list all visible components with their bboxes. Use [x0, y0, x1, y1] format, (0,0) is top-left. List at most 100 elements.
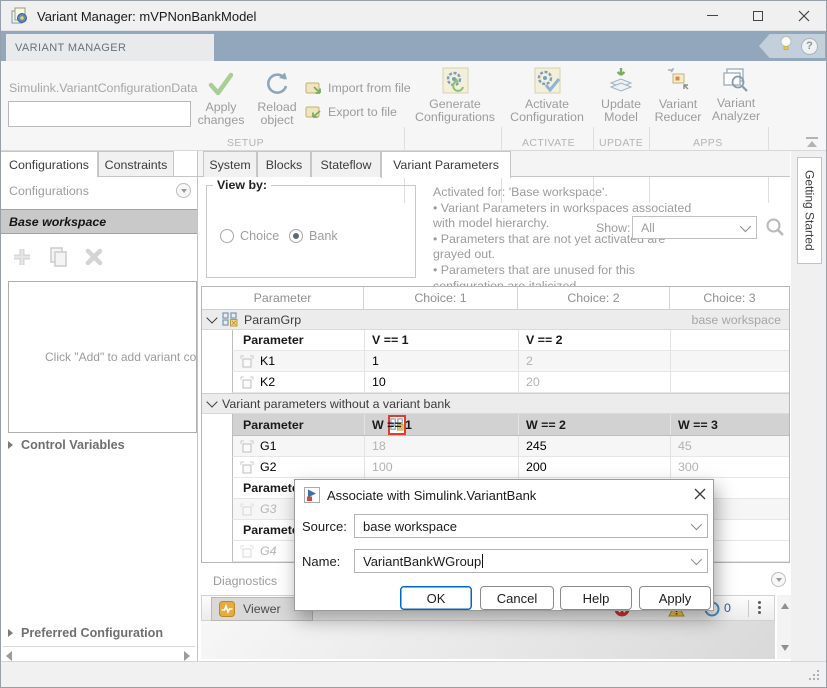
col-header: Choice: 1	[364, 287, 518, 309]
radio-choice[interactable]: Choice	[220, 229, 279, 243]
group-name: Variant parameters without a variant ban…	[222, 397, 450, 411]
associate-variant-bank-dialog: Associate with Simulink.VariantBank Sour…	[294, 479, 714, 611]
tab-configurations[interactable]: Configurations	[1, 151, 98, 177]
activate-configuration-icon	[534, 67, 561, 94]
table-row-g1[interactable]: G1 18 245 45	[232, 436, 789, 457]
view-by-legend: View by:	[213, 178, 271, 192]
table-row-k2[interactable]: K2 10 20	[232, 372, 789, 393]
minimize-button[interactable]	[695, 1, 729, 30]
group-row-no-bank[interactable]: Variant parameters without a variant ban…	[202, 393, 789, 414]
configurations-listbox[interactable]: Click "Add" to add variant configur	[8, 281, 197, 433]
variant-analyzer-button[interactable]: Variant Analyzer	[707, 67, 765, 123]
resize-grip[interactable]	[809, 670, 821, 682]
import-from-file-button[interactable]: Import from file	[305, 81, 411, 95]
scroll-left-arrow[interactable]	[6, 651, 12, 661]
parameter-icon	[240, 376, 254, 389]
tab-blocks[interactable]: Blocks	[257, 151, 311, 177]
tab-constraints[interactable]: Constraints	[98, 151, 174, 177]
preferred-configuration-section[interactable]: Preferred Configuration	[8, 626, 163, 640]
getting-started-tab[interactable]: Getting Started	[797, 157, 822, 264]
help-button[interactable]: Help	[560, 586, 632, 610]
add-configuration-button[interactable]	[9, 244, 35, 270]
panel-splitter[interactable]	[197, 151, 198, 661]
variant-reducer-icon	[666, 67, 690, 93]
status-bar	[1, 661, 826, 688]
check-icon	[207, 71, 235, 97]
cancel-button[interactable]: Cancel	[480, 586, 554, 610]
source-value: base workspace	[363, 519, 457, 534]
delete-configuration-button[interactable]	[81, 244, 107, 270]
apply-changes-button[interactable]: Apply changes	[193, 71, 249, 127]
scroll-up-arrow[interactable]	[781, 603, 789, 609]
config-item-base-workspace[interactable]: Base workspace	[1, 209, 197, 234]
configurations-menu-button[interactable]	[176, 183, 191, 198]
variant-manager-window: Variant Manager: mVPNonBankModel VARIANT…	[0, 0, 827, 688]
show-value: All	[641, 221, 655, 235]
name-label: Name:	[302, 554, 340, 569]
activate-section-label: ACTIVATE	[522, 137, 575, 149]
parameter-icon	[240, 461, 254, 474]
reload-icon	[264, 71, 290, 97]
lightbulb-icon[interactable]	[779, 35, 793, 57]
expand-chevron-icon[interactable]	[206, 396, 217, 407]
diagnostics-label: Diagnostics	[213, 574, 277, 588]
dialog-close-button[interactable]	[693, 487, 707, 506]
app-icon	[11, 7, 29, 30]
delete-icon	[84, 247, 104, 267]
ok-button[interactable]: OK	[400, 586, 472, 610]
control-variables-section[interactable]: Control Variables	[8, 438, 125, 452]
show-label: Show:	[596, 221, 630, 235]
radio-bank-icon	[289, 229, 303, 243]
close-icon	[693, 487, 707, 501]
config-data-label: Simulink.VariantConfigurationData	[9, 81, 197, 95]
apply-button[interactable]: Apply	[639, 586, 711, 610]
diagnostics-collapse-button[interactable]	[771, 572, 786, 587]
source-label: Source:	[302, 519, 347, 534]
group-row-paramgrp[interactable]: ParamGrp base workspace	[202, 309, 789, 330]
maximize-button[interactable]	[741, 1, 775, 30]
viewer-icon	[219, 601, 235, 617]
table-row-k1[interactable]: K1 1 2	[232, 351, 789, 372]
copy-configuration-button[interactable]	[45, 244, 71, 270]
tab-variant-parameters[interactable]: Variant Parameters	[381, 151, 511, 178]
generate-configurations-button[interactable]: Generate Configurations	[409, 67, 501, 124]
tab-stateflow[interactable]: Stateflow	[311, 151, 381, 177]
table-row-g2[interactable]: G2 100 200 300	[232, 457, 789, 478]
left-panel: Configurations Constraints Configuration…	[1, 151, 197, 661]
table-subheader-row-selected[interactable]: Parameter W == 1 W == 2 W == 3	[232, 414, 789, 436]
main-tabbar: System Blocks Stateflow Variant Paramete…	[198, 151, 790, 177]
config-data-input[interactable]	[8, 101, 191, 127]
empty-hint-text: Click "Add" to add variant configur	[9, 350, 197, 364]
scroll-down-arrow[interactable]	[781, 645, 789, 651]
chevron-down-icon	[691, 554, 702, 565]
scroll-right-arrow[interactable]	[184, 651, 190, 661]
variant-reducer-button[interactable]: Variant Reducer	[651, 67, 705, 124]
generate-configurations-icon	[442, 67, 469, 94]
source-dropdown[interactable]: base workspace	[354, 514, 708, 538]
expand-chevron-icon[interactable]	[206, 312, 217, 323]
kebab-menu-button[interactable]	[758, 599, 761, 616]
divider	[748, 600, 749, 617]
diagnostics-content	[201, 621, 775, 659]
collapse-ribbon-icon	[805, 137, 819, 148]
close-button[interactable]	[787, 1, 821, 30]
table-subheader-row[interactable]: Parameter V == 1 V == 2	[232, 330, 789, 351]
view-by-groupbox: View by: Choice Bank	[206, 185, 416, 278]
name-dropdown[interactable]: VariantBankWGroup	[354, 549, 708, 573]
radio-bank[interactable]: Bank	[289, 229, 338, 243]
chevron-down-icon	[740, 220, 751, 231]
export-to-file-button[interactable]: Export to file	[305, 105, 397, 119]
parameter-icon	[240, 440, 254, 453]
search-icon[interactable]	[765, 217, 785, 242]
tab-system[interactable]: System	[203, 151, 257, 177]
update-model-button[interactable]: Update Model	[595, 67, 647, 124]
reload-object-button[interactable]: Reload object	[251, 71, 303, 127]
copy-icon	[48, 246, 68, 268]
variant-analyzer-icon	[723, 67, 749, 93]
setup-section-label: SETUP	[227, 137, 264, 149]
ribbon-tab-variant-manager[interactable]: VARIANT MANAGER	[6, 34, 214, 61]
help-icon[interactable]: ?	[801, 38, 818, 55]
export-icon	[305, 105, 322, 119]
show-dropdown[interactable]: All	[632, 216, 757, 239]
activate-configuration-button[interactable]: Activate Configuration	[503, 67, 591, 124]
